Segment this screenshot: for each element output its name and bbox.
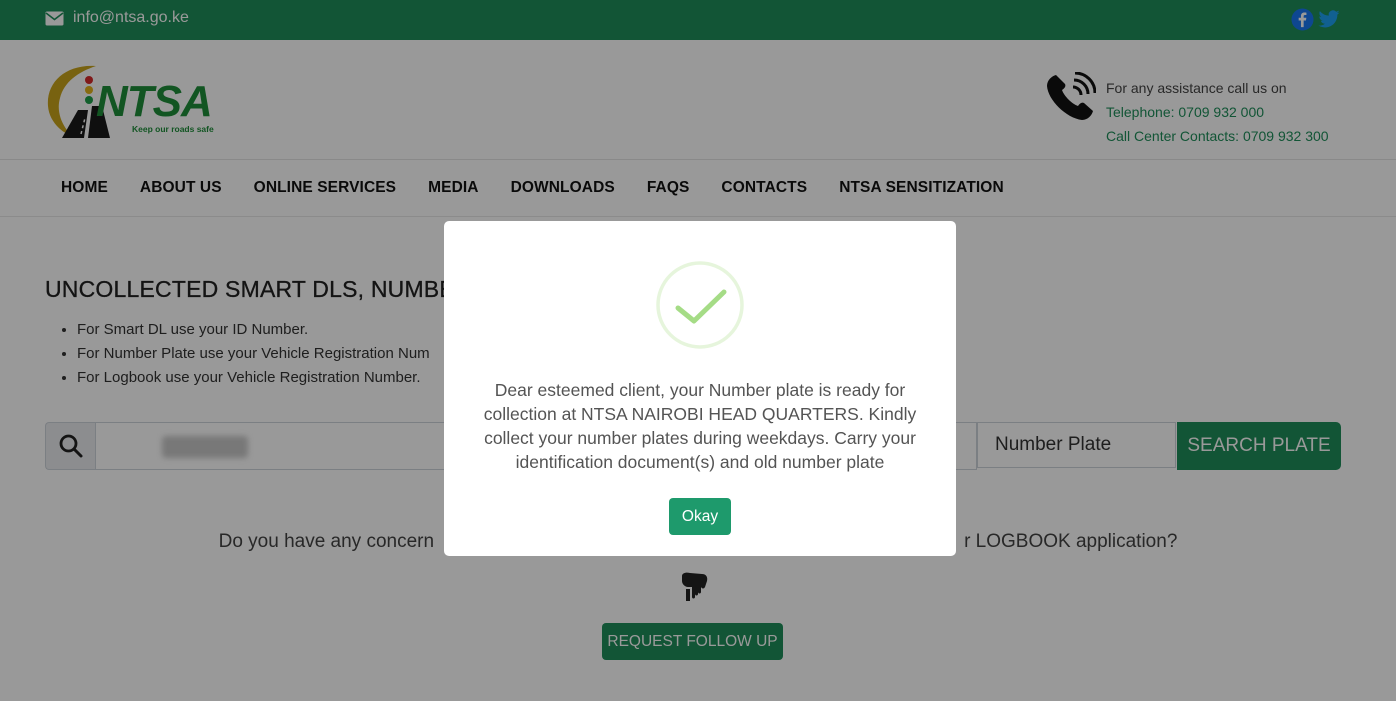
okay-button[interactable]: Okay xyxy=(669,498,731,535)
modal-message: Dear esteemed client, your Number plate … xyxy=(483,380,917,472)
success-modal: Dear esteemed client, your Number plate … xyxy=(444,221,956,556)
success-check-icon xyxy=(656,261,744,349)
